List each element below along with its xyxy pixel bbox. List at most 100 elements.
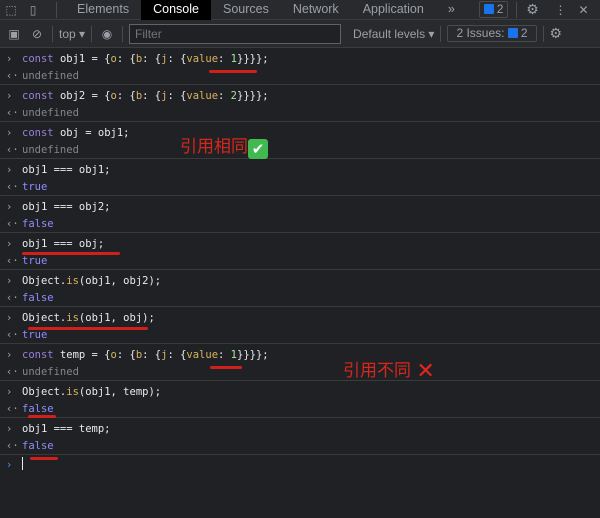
messages-badge[interactable]: 2 bbox=[478, 1, 509, 18]
result-arrow-icon: ‹· bbox=[6, 255, 19, 267]
console-input-line: › obj1 === obj2; bbox=[0, 199, 600, 216]
tab-console[interactable]: Console bbox=[141, 0, 211, 20]
console-result-line: ‹· false bbox=[0, 401, 600, 418]
annotation-underline bbox=[30, 457, 58, 460]
console-result-line: ‹· true bbox=[0, 253, 600, 270]
input-chevron-icon: › bbox=[6, 423, 13, 435]
context-selector[interactable]: top ▾ bbox=[59, 27, 85, 41]
annotation-different-reference: 引用不同 ✕ bbox=[343, 359, 435, 384]
result-value[interactable]: false bbox=[22, 292, 54, 304]
code-token: : { bbox=[142, 53, 162, 65]
console-result-line: ‹· undefined bbox=[0, 364, 600, 381]
code-token: : bbox=[218, 53, 231, 65]
code-token: Object. bbox=[22, 386, 67, 398]
code-token: : { bbox=[142, 90, 162, 102]
result-value[interactable]: false bbox=[22, 218, 54, 230]
result-value[interactable]: true bbox=[22, 329, 47, 341]
code-token: is bbox=[66, 312, 79, 324]
console-entry: › const obj2 = {o: {b: {j: {value: 2}}}};… bbox=[0, 85, 600, 122]
tab-elements[interactable]: Elements bbox=[65, 0, 141, 20]
code-token: (obj1, temp); bbox=[78, 386, 162, 398]
code-token: Object. bbox=[22, 275, 67, 287]
tab-application[interactable]: Application bbox=[351, 0, 436, 20]
message-icon bbox=[483, 4, 494, 14]
console-input-line: › obj1 === obj; bbox=[0, 236, 600, 253]
log-levels-dropdown[interactable]: Default levels ▾ bbox=[353, 27, 434, 41]
result-value[interactable]: undefined bbox=[22, 70, 79, 82]
result-arrow-icon: ‹· bbox=[6, 181, 19, 193]
inspect-element-icon[interactable]: ⬚ bbox=[0, 3, 22, 17]
annotation-underline bbox=[210, 366, 242, 369]
more-options-icon[interactable]: ⋮ bbox=[547, 3, 573, 17]
input-chevron-icon: › bbox=[6, 127, 13, 139]
more-tabs-button[interactable]: » bbox=[436, 0, 467, 20]
console-input-line: › Object.is(obj1, obj2); bbox=[0, 273, 600, 290]
annotation-underline bbox=[209, 70, 257, 73]
issue-icon bbox=[507, 28, 518, 38]
issues-button[interactable]: 2 Issues: 2 bbox=[447, 25, 537, 42]
code-token: Object. bbox=[22, 312, 67, 324]
console-settings-gear-icon[interactable]: ⚙ bbox=[550, 25, 563, 42]
code-token: const bbox=[22, 127, 60, 139]
console-prompt[interactable]: › bbox=[0, 455, 600, 475]
code-token: obj1 === obj1; bbox=[22, 164, 111, 176]
clear-console-icon[interactable]: ⊘ bbox=[28, 27, 46, 41]
console-entry: › obj1 === obj1; ‹· true bbox=[0, 159, 600, 196]
code-token: : { bbox=[142, 349, 162, 361]
result-arrow-icon: ‹· bbox=[6, 403, 19, 415]
cross-mark-icon: ✕ bbox=[416, 359, 435, 384]
code-token: temp = { bbox=[59, 349, 111, 361]
device-toolbar-icon[interactable]: ▯ bbox=[22, 3, 44, 17]
console-input-line: › const temp = {o: {b: {j: {value: 1}}}}; bbox=[0, 347, 600, 364]
result-value[interactable]: undefined bbox=[22, 366, 79, 378]
result-value[interactable]: true bbox=[22, 255, 47, 267]
console-entry: › obj1 === temp; ‹· false bbox=[0, 418, 600, 455]
result-arrow-icon: ‹· bbox=[6, 366, 19, 378]
tab-network[interactable]: Network bbox=[281, 0, 351, 20]
code-token: obj1 === obj; bbox=[22, 238, 105, 250]
annotation-same-reference: 引用相同 ✔ bbox=[180, 132, 268, 159]
console-input-line: › obj1 === obj1; bbox=[0, 162, 600, 179]
code-token: : { bbox=[116, 349, 136, 361]
code-token: value bbox=[186, 53, 219, 65]
result-arrow-icon: ‹· bbox=[6, 70, 19, 82]
close-icon[interactable]: ✕ bbox=[573, 3, 593, 17]
code-token: obj1 === obj2; bbox=[22, 201, 111, 213]
console-input-line: › const obj2 = {o: {b: {j: {value: 2}}}}; bbox=[0, 88, 600, 105]
code-token: : bbox=[218, 90, 231, 102]
input-chevron-icon: › bbox=[6, 164, 13, 176]
code-token: obj = obj1; bbox=[59, 127, 130, 139]
sidebar-toggle-icon[interactable]: ▣ bbox=[6, 27, 22, 41]
filter-input[interactable] bbox=[129, 23, 342, 44]
result-arrow-icon: ‹· bbox=[6, 440, 19, 452]
live-expression-eye-icon[interactable]: ◉ bbox=[98, 27, 116, 41]
code-token: }}}}; bbox=[237, 90, 269, 102]
code-token: }}}}; bbox=[237, 53, 269, 65]
input-chevron-icon: › bbox=[6, 90, 13, 102]
code-token: }}}}; bbox=[237, 349, 269, 361]
input-chevron-icon: › bbox=[6, 349, 13, 361]
result-arrow-icon: ‹· bbox=[6, 144, 19, 156]
result-arrow-icon: ‹· bbox=[6, 292, 19, 304]
result-value[interactable]: false bbox=[22, 440, 54, 452]
code-token: is bbox=[66, 275, 79, 287]
code-token: value bbox=[186, 90, 219, 102]
result-value[interactable]: true bbox=[22, 181, 47, 193]
result-value[interactable]: false bbox=[22, 403, 54, 415]
console-input-line: › obj1 === temp; bbox=[0, 421, 600, 438]
code-token: obj2 = { bbox=[59, 90, 111, 102]
console-entry: › const temp = {o: {b: {j: {value: 1}}}};… bbox=[0, 344, 600, 381]
code-token: : { bbox=[167, 53, 187, 65]
code-token: : { bbox=[116, 90, 136, 102]
input-chevron-icon: › bbox=[6, 275, 13, 287]
devtools-tab-bar: ⬚ ▯ Elements Console Sources Network App… bbox=[0, 0, 600, 20]
code-token: obj1 = { bbox=[59, 53, 111, 65]
code-token: const bbox=[22, 90, 60, 102]
result-arrow-icon: ‹· bbox=[6, 218, 19, 230]
console-entry: › const obj = obj1; ‹· undefined bbox=[0, 122, 600, 159]
tab-sources[interactable]: Sources bbox=[211, 0, 281, 20]
console-entry: › const obj1 = {o: {b: {j: {value: 1}}}};… bbox=[0, 48, 600, 85]
result-value[interactable]: undefined bbox=[22, 107, 79, 119]
settings-gear-icon[interactable]: ⚙ bbox=[517, 1, 547, 18]
result-value[interactable]: undefined bbox=[22, 144, 79, 156]
